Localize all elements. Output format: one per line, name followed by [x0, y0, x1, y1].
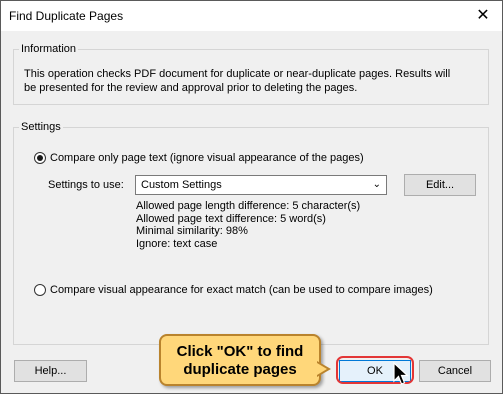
find-duplicate-pages-dialog: Find Duplicate Pages ✕ Information This …: [0, 0, 503, 394]
window-title: Find Duplicate Pages: [9, 9, 124, 23]
settings-group-label: Settings: [19, 121, 63, 133]
settings-detail-item: Allowed page text difference: 5 word(s): [136, 212, 326, 225]
settings-detail-item: Minimal similarity: 98%: [136, 225, 248, 237]
callout-text: Click "OK" to find duplicate pages: [161, 343, 319, 379]
edit-button[interactable]: Edit...: [404, 174, 476, 196]
information-group-label: Information: [19, 43, 79, 55]
close-icon[interactable]: ✕: [474, 7, 492, 25]
settings-select-value: Custom Settings: [141, 179, 222, 191]
title-bar: Find Duplicate Pages ✕: [1, 1, 502, 31]
settings-select[interactable]: Custom Settings ⌄: [135, 175, 387, 195]
mouse-cursor-icon: [393, 361, 410, 389]
callout-line-1: Click "OK" to find: [176, 343, 304, 360]
chevron-down-icon: ⌄: [372, 179, 381, 190]
settings-detail-item: Allowed page length difference: 5 charac…: [136, 200, 361, 212]
help-button[interactable]: Help...: [14, 360, 87, 382]
callout-line-2: duplicate pages: [183, 361, 297, 378]
callout-pointer-fill: [317, 363, 327, 375]
instruction-callout: Click "OK" to find duplicate pages: [159, 334, 321, 386]
cancel-button[interactable]: Cancel: [419, 360, 491, 382]
compare-visual-radio[interactable]: [34, 284, 46, 296]
settings-to-use-label: Settings to use:: [48, 179, 124, 191]
settings-detail-item: Ignore: text case: [136, 237, 218, 250]
compare-text-radio[interactable]: [34, 152, 46, 164]
settings-details: Allowed page length difference: 5 charac…: [136, 200, 360, 250]
information-text: This operation checks PDF document for d…: [24, 68, 451, 94]
compare-visual-label[interactable]: Compare visual appearance for exact matc…: [50, 284, 433, 296]
compare-text-label[interactable]: Compare only page text (ignore visual ap…: [50, 152, 364, 164]
